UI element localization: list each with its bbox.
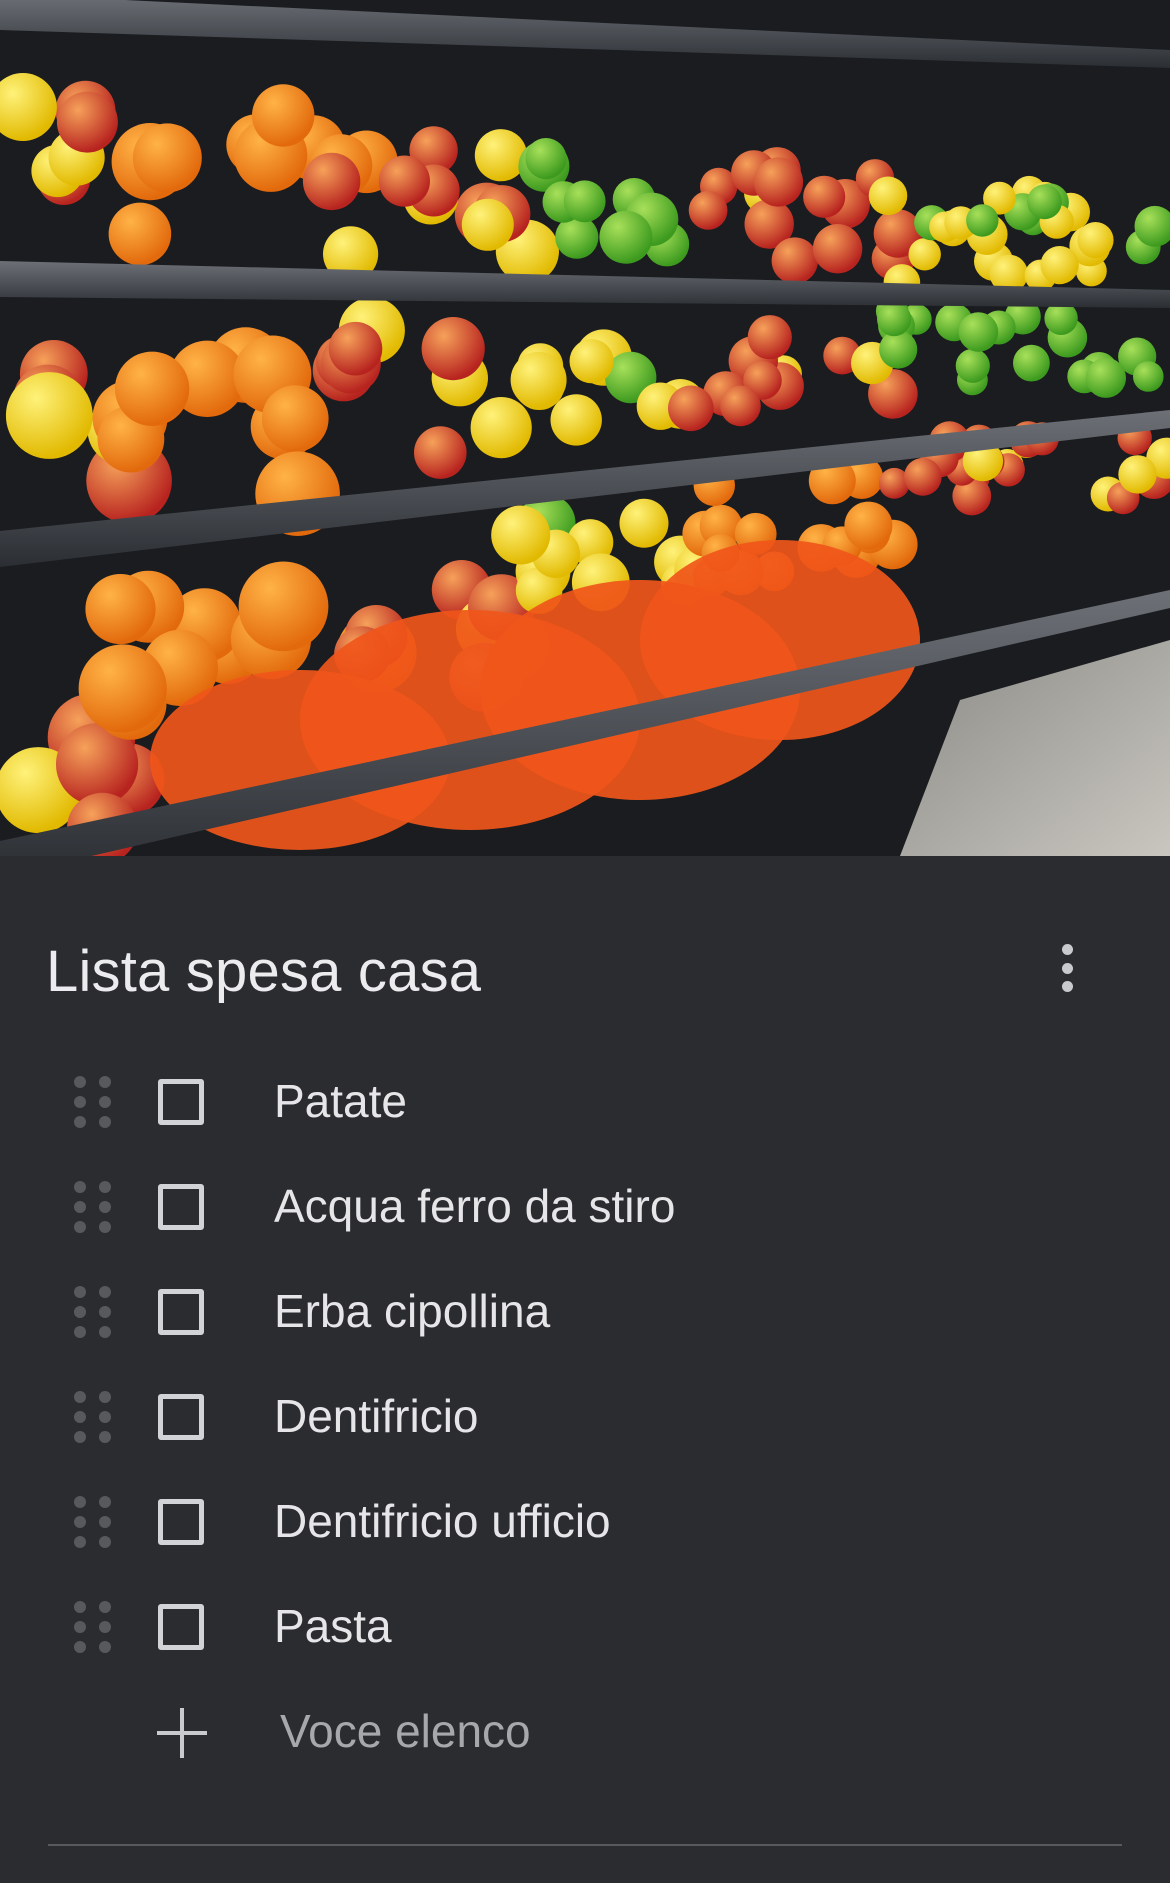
fruit-shape	[261, 385, 329, 452]
fruit-shape	[1077, 222, 1114, 259]
fruit-shape	[302, 152, 361, 211]
fruit-shape	[525, 138, 567, 180]
fruit-shape	[563, 180, 606, 223]
item-checkbox[interactable]	[158, 1079, 204, 1125]
fruit-shape	[5, 372, 93, 459]
header-image	[0, 0, 1170, 856]
fruit-shape	[414, 426, 467, 479]
drag-handle-icon[interactable]	[74, 1076, 112, 1132]
fruit-shape	[491, 505, 551, 565]
item-label[interactable]: Erba cipollina	[274, 1284, 550, 1338]
fruit-shape	[108, 202, 172, 266]
fruit-shape	[877, 302, 912, 337]
fruit-shape	[803, 175, 846, 218]
item-label[interactable]: Acqua ferro da stiro	[274, 1179, 675, 1233]
fruit-shape	[461, 198, 514, 251]
drag-handle-icon[interactable]	[74, 1181, 112, 1237]
more-vert-icon[interactable]	[1042, 936, 1092, 1000]
fruit-shape	[903, 457, 942, 496]
fruit-shape	[238, 561, 329, 652]
list-item: Acqua ferro da stiro	[0, 1153, 1170, 1258]
fruit-shape	[1085, 357, 1126, 398]
drag-handle-icon[interactable]	[74, 1496, 112, 1552]
fruit-shape	[955, 348, 990, 383]
list-item: Erba cipollina	[0, 1258, 1170, 1363]
item-label[interactable]: Patate	[274, 1074, 407, 1128]
fruit-shape	[747, 315, 792, 360]
fruit-shape	[1040, 246, 1079, 285]
fruit-shape	[771, 237, 818, 284]
more-dot	[1061, 944, 1073, 955]
list-item: Pasta	[0, 1573, 1170, 1678]
item-checkbox[interactable]	[158, 1499, 204, 1545]
fruit-shape	[599, 210, 653, 264]
list-item: Dentifricio	[0, 1363, 1170, 1468]
fruit-shape	[868, 176, 908, 216]
fruit-shape	[844, 501, 893, 550]
fruit-shape	[550, 394, 602, 446]
fruit-shape	[510, 351, 567, 408]
item-checkbox[interactable]	[158, 1184, 204, 1230]
more-dot	[1061, 962, 1073, 974]
item-label[interactable]: Dentifricio	[274, 1389, 479, 1443]
fruit-shape	[1133, 361, 1164, 392]
fruit-shape	[114, 351, 190, 426]
fruit-shape	[688, 190, 728, 230]
fruit-shape	[720, 385, 761, 427]
add-item-placeholder[interactable]: Voce elenco	[280, 1704, 531, 1758]
note-title[interactable]: Lista spesa casa	[46, 938, 481, 1005]
fruit-shape	[470, 397, 532, 459]
fruit-shape	[252, 84, 315, 147]
fruit-shape	[966, 204, 999, 237]
fruit-shape	[569, 339, 614, 384]
fruit-shape	[132, 123, 202, 193]
fruit-shape	[958, 312, 999, 352]
more-dot	[1061, 981, 1073, 992]
fruit-shape	[812, 224, 863, 274]
fruit-shape	[879, 330, 918, 369]
item-checkbox[interactable]	[158, 1394, 204, 1440]
note-card: Lista spesa casa Patate Acqua ferro da s…	[0, 856, 1170, 1883]
add-list-item-row[interactable]: Voce elenco	[0, 1678, 1170, 1783]
checklist: Patate Acqua ferro da stiro Erba cipolli…	[0, 1048, 1170, 1783]
fruit-shape	[619, 498, 669, 548]
fruit-shape	[1118, 455, 1157, 494]
fruit-shape	[56, 91, 118, 153]
item-label[interactable]: Pasta	[274, 1599, 392, 1653]
item-label[interactable]: Dentifricio ufficio	[274, 1494, 611, 1548]
fruit-shape	[1013, 344, 1050, 382]
produce-shelves-photo	[0, 0, 1170, 856]
fruit-shape	[908, 238, 941, 271]
drag-handle-icon[interactable]	[74, 1286, 112, 1342]
fruit-shape	[668, 385, 714, 432]
fruit-shape	[474, 129, 527, 182]
drag-handle-icon[interactable]	[74, 1601, 112, 1657]
fruit-shape	[78, 644, 167, 733]
list-item: Dentifricio ufficio	[0, 1468, 1170, 1573]
drag-handle-icon[interactable]	[74, 1391, 112, 1447]
item-checkbox[interactable]	[158, 1289, 204, 1335]
fruit-shape	[378, 155, 430, 207]
item-checkbox[interactable]	[158, 1604, 204, 1650]
plus-icon[interactable]	[157, 1708, 207, 1758]
fruit-shape	[753, 157, 804, 207]
fruit-shape	[85, 574, 156, 645]
divider	[48, 1844, 1122, 1846]
fruit-shape	[1027, 184, 1062, 220]
fruit-shape	[328, 321, 383, 376]
fruit-shape	[421, 317, 485, 381]
list-item: Patate	[0, 1048, 1170, 1153]
